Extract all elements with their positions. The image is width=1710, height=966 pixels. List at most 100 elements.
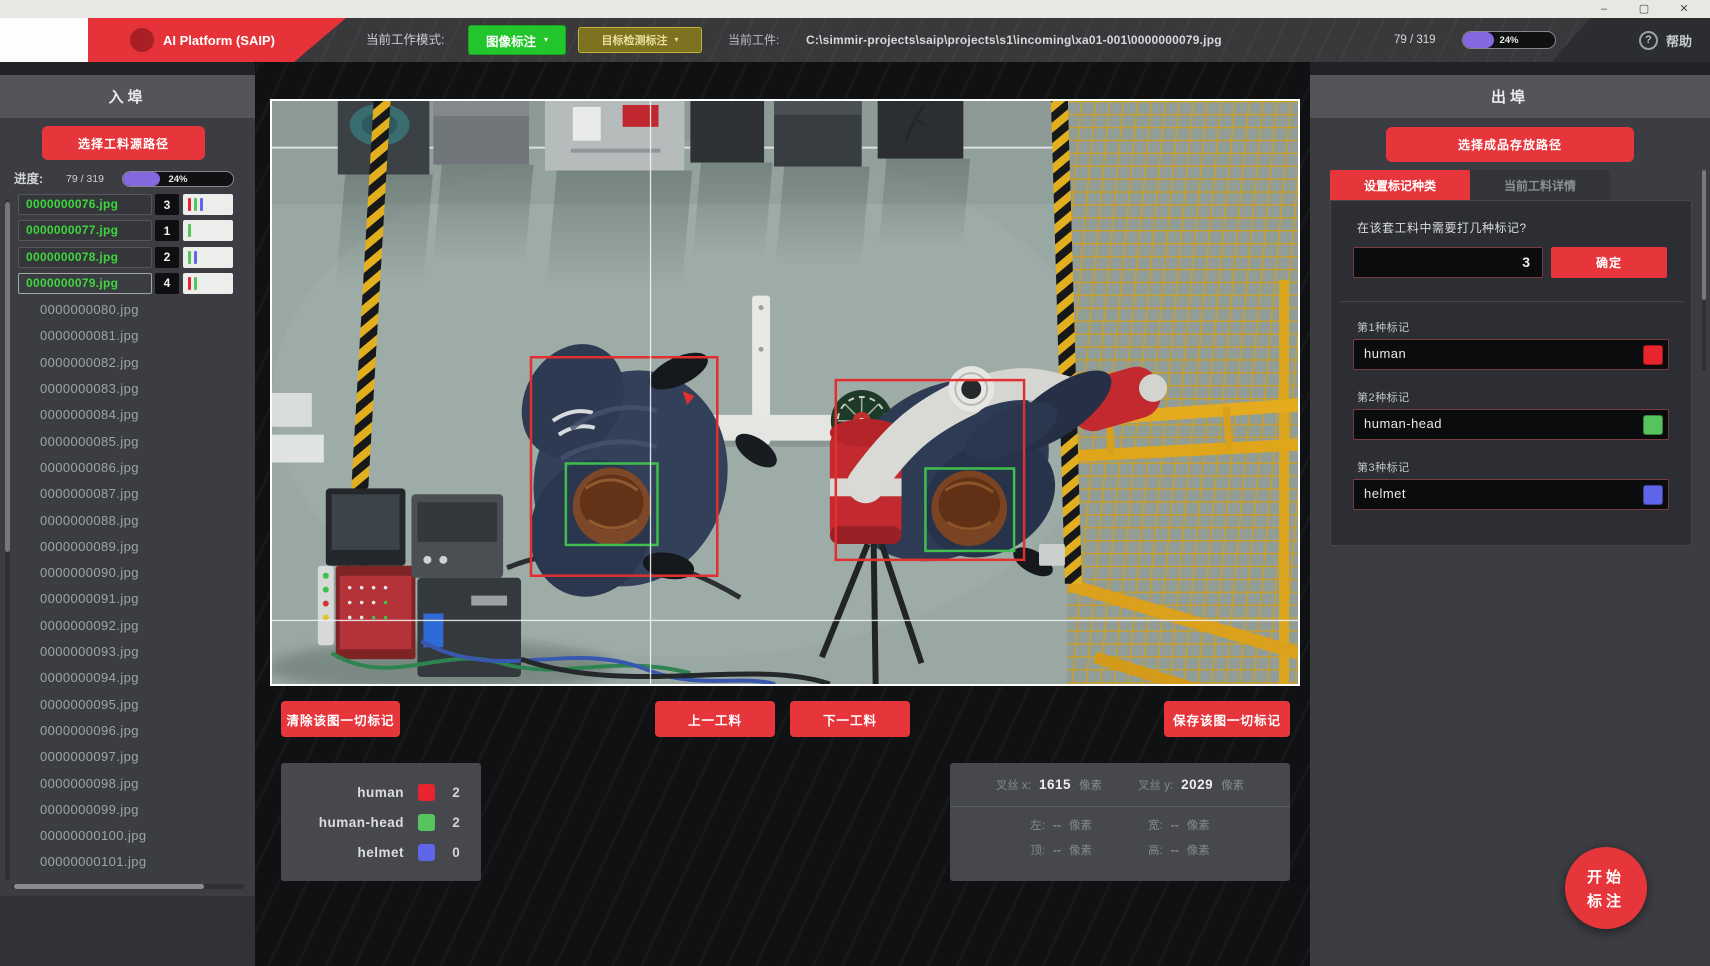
progress-count: 79 / 319 [66, 170, 104, 188]
file-list-item[interactable]: 0000000081.jpg [18, 325, 255, 346]
brand-title: AI Platform (SAIP) [163, 33, 275, 48]
box-height-label: 高: [1148, 842, 1163, 858]
file-list-vertical-scrollbar[interactable] [5, 200, 10, 880]
file-list-item[interactable]: 0000000086.jpg [18, 457, 255, 478]
file-list-item[interactable]: 0000000085.jpg [18, 431, 255, 452]
file-list-item[interactable]: 0000000080.jpg [18, 299, 255, 320]
file-list-item[interactable]: 0000000095.jpg [18, 694, 255, 715]
file-list-item[interactable]: 00000000101.jpg [18, 851, 255, 872]
file-list-item[interactable]: 0000000090.jpg [18, 562, 255, 583]
file-list-item-annotated[interactable]: 0000000078.jpg 2 [18, 247, 255, 268]
close-button[interactable]: ✕ [1664, 0, 1704, 18]
file-name: 00000000100.jpg [18, 828, 147, 843]
scrollbar-thumb[interactable] [1702, 170, 1706, 300]
file-name: 0000000086.jpg [18, 460, 139, 475]
file-list-item[interactable]: 0000000082.jpg [18, 352, 255, 373]
legend-count: 0 [449, 845, 463, 860]
select-output-path-button[interactable]: 选择成品存放路径 [1386, 127, 1634, 162]
file-name: 0000000091.jpg [18, 591, 139, 606]
file-list-item[interactable]: 0000000093.jpg [18, 641, 255, 662]
mode-object-detection-label: 目标检测标注 [601, 32, 667, 48]
label-type-input[interactable]: helmet [1353, 479, 1669, 510]
label-color-swatch[interactable] [1643, 415, 1663, 435]
file-name: 0000000082.jpg [18, 355, 139, 370]
file-name: 0000000090.jpg [18, 565, 139, 580]
help-button[interactable]: 帮助 [1666, 31, 1692, 50]
file-list-item[interactable]: 0000000097.jpg [18, 746, 255, 767]
annotation-count-badge: 4 [155, 273, 179, 294]
window-titlebar: – ▢ ✕ [0, 0, 1710, 18]
file-list-item-annotated[interactable]: 0000000079.jpg 4 [18, 273, 255, 294]
legend-count: 2 [449, 785, 463, 800]
pixel-unit: 像素 [1221, 777, 1244, 793]
file-list-item[interactable]: 0000000091.jpg [18, 588, 255, 609]
file-name: 0000000085.jpg [18, 434, 139, 449]
annotation-color-marks [183, 247, 233, 268]
label-color-swatch[interactable] [1643, 345, 1663, 365]
select-source-path-button[interactable]: 选择工料源路径 [42, 126, 205, 160]
worker-right-head [931, 470, 1007, 545]
label-type-input[interactable]: human [1353, 339, 1669, 370]
file-list-item[interactable]: 0000000087.jpg [18, 483, 255, 504]
mark-color-bar [188, 198, 191, 211]
tab-current-item-details[interactable]: 当前工料详情 [1470, 170, 1610, 200]
floor-panel [1039, 544, 1065, 566]
file-list-item[interactable]: 0000000096.jpg [18, 720, 255, 741]
file-list-item-annotated[interactable]: 0000000077.jpg 1 [18, 220, 255, 241]
file-name: 0000000081.jpg [18, 328, 139, 343]
mark-color-bar [188, 277, 191, 290]
legend-row: human-head 2 [281, 814, 463, 831]
file-list-item[interactable]: 0000000092.jpg [18, 615, 255, 636]
next-item-button[interactable]: 下一工料 [790, 701, 910, 737]
file-list-item[interactable]: 0000000094.jpg [18, 667, 255, 688]
file-list-item-annotated[interactable]: 0000000076.jpg 3 [18, 194, 255, 215]
annotation-color-marks [183, 194, 233, 215]
worker-left-head [573, 467, 651, 544]
mode-image-annotation-label: 图像标注 [486, 31, 536, 50]
label-color-swatch[interactable] [1643, 485, 1663, 505]
mode-image-annotation-button[interactable]: 图像标注 ▾ [468, 25, 566, 55]
right-panel-scrollbar[interactable] [1702, 170, 1706, 370]
label-count-input[interactable]: 3 [1353, 247, 1543, 278]
file-list-item[interactable]: 00000000100.jpg [18, 825, 255, 846]
file-name: 0000000076.jpg [18, 194, 152, 215]
plain-file-list: 0000000080.jpg 0000000081.jpg 0000000082… [18, 299, 255, 872]
clear-annotations-button[interactable]: 清除该图一切标记 [281, 701, 400, 737]
file-list-item[interactable]: 0000000088.jpg [18, 510, 255, 531]
file-list-item[interactable]: 0000000084.jpg [18, 404, 255, 425]
scrollbar-thumb[interactable] [14, 884, 204, 889]
file-name: 0000000080.jpg [18, 302, 139, 317]
annotation-canvas[interactable] [270, 99, 1300, 686]
previous-item-button[interactable]: 上一工料 [655, 701, 775, 737]
scrollbar-thumb[interactable] [5, 202, 10, 552]
coordinates-info-panel: 叉丝 x: 1615 像素 叉丝 y: 2029 像素 左: -- 像素 宽: … [950, 763, 1290, 881]
minimize-button[interactable]: – [1584, 0, 1624, 18]
maximize-button[interactable]: ▢ [1624, 0, 1664, 18]
file-name: 0000000098.jpg [18, 776, 139, 791]
sidebar-progress-bar: 24% [122, 171, 234, 187]
file-list-item[interactable]: 0000000098.jpg [18, 773, 255, 794]
file-list-item[interactable]: 0000000099.jpg [18, 799, 255, 820]
start-annotation-button[interactable]: 开始 标注 [1565, 847, 1647, 929]
file-list-item[interactable]: 0000000083.jpg [18, 378, 255, 399]
mode-object-detection-button[interactable]: 目标检测标注 ▾ [578, 27, 702, 53]
label-type-input[interactable]: human-head [1353, 409, 1669, 440]
header-progress-count: 79 / 319 [1394, 18, 1436, 62]
annotation-count-badge: 3 [155, 194, 179, 215]
file-name: 0000000089.jpg [18, 539, 139, 554]
legend-count: 2 [449, 815, 463, 830]
file-list-item[interactable]: 0000000089.jpg [18, 536, 255, 557]
sidebar-top-strip [1310, 62, 1710, 75]
file-name: 00000000101.jpg [18, 854, 147, 869]
help-icon[interactable]: ? [1639, 31, 1658, 50]
file-list-horizontal-scrollbar[interactable] [12, 884, 244, 889]
pixel-unit: 像素 [1069, 817, 1092, 833]
file-name: 0000000078.jpg [18, 247, 152, 268]
save-annotations-button[interactable]: 保存该图一切标记 [1164, 701, 1290, 737]
legend-color-swatch [418, 844, 435, 861]
confirm-button[interactable]: 确定 [1551, 247, 1667, 278]
label-type-caption: 第2种标记 [1357, 389, 1410, 405]
tab-set-label-types[interactable]: 设置标记种类 [1330, 170, 1470, 200]
window-controls: – ▢ ✕ [1584, 0, 1704, 18]
box-left-label: 左: [1030, 817, 1045, 833]
